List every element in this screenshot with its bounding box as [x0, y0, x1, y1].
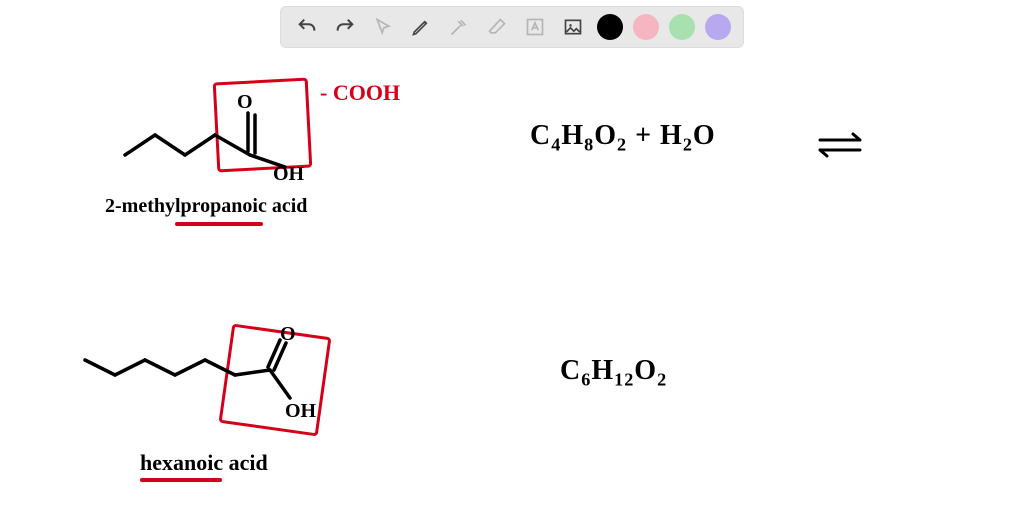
equilibrium-arrows	[815, 130, 875, 160]
formula-1: C4H8O2 + H2O	[530, 120, 716, 156]
color-black[interactable]	[597, 14, 623, 40]
text-button[interactable]	[521, 13, 549, 41]
compound-name-2: hexanoic acid	[140, 450, 268, 476]
cooh-label: - COOH	[320, 80, 400, 106]
structure-hexanoic-acid: O OH	[80, 320, 340, 440]
eraser-icon	[487, 17, 507, 37]
pointer-icon	[373, 17, 393, 37]
tools-icon	[449, 17, 469, 37]
image-icon	[563, 17, 583, 37]
redo-icon	[334, 16, 356, 38]
drawing-toolbar	[280, 6, 744, 48]
tools-button[interactable]	[445, 13, 473, 41]
svg-text:OH: OH	[273, 163, 305, 185]
color-green[interactable]	[669, 14, 695, 40]
eraser-button[interactable]	[483, 13, 511, 41]
pointer-button[interactable]	[369, 13, 397, 41]
svg-text:OH: OH	[285, 400, 317, 422]
underline-1	[175, 222, 263, 226]
redo-button[interactable]	[331, 13, 359, 41]
pen-icon	[411, 17, 431, 37]
drawing-canvas[interactable]: - COOH O OH	[0, 50, 1024, 526]
pen-button[interactable]	[407, 13, 435, 41]
formula-2: C6H12O2	[560, 355, 667, 391]
svg-text:O: O	[280, 323, 296, 345]
text-icon	[525, 17, 545, 37]
undo-icon	[296, 16, 318, 38]
svg-text:O: O	[237, 91, 253, 113]
compound-name-1: 2-methylpropanoic acid	[105, 195, 307, 218]
underline-2	[140, 478, 222, 482]
structure-2-methylpropanoic-acid: O OH	[115, 85, 325, 195]
color-purple[interactable]	[705, 14, 731, 40]
undo-button[interactable]	[293, 13, 321, 41]
color-pink[interactable]	[633, 14, 659, 40]
image-button[interactable]	[559, 13, 587, 41]
